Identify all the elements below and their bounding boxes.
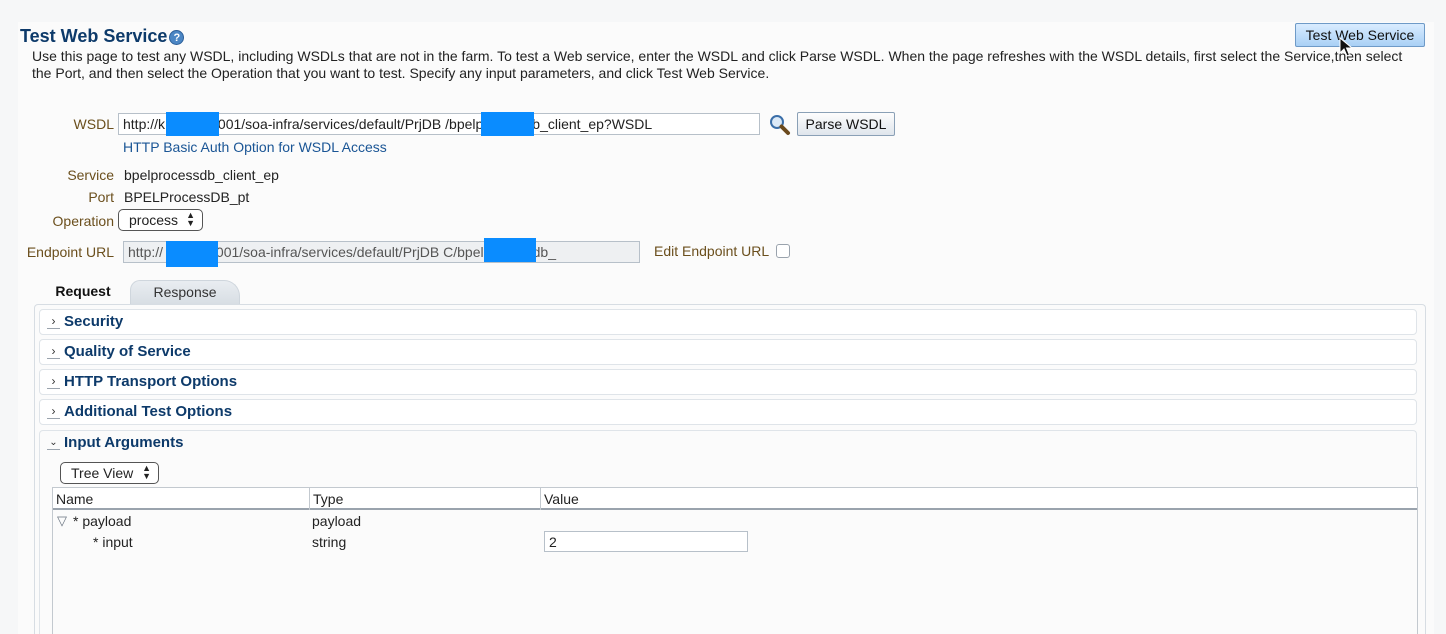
tab-request[interactable]: Request [36,280,130,304]
tree-view-select-value: Tree View [71,465,134,481]
page-title-text: Test Web Service [20,26,168,46]
chevron-right-icon: › [47,345,60,359]
section-quality-of-service[interactable]: › Quality of Service [39,339,1417,365]
search-icon[interactable] [768,114,792,136]
cell-type: string [312,534,347,550]
endpoint-url-label: Endpoint URL [26,244,114,260]
parse-wsdl-button[interactable]: Parse WSDL [797,112,895,136]
mouse-cursor-icon [1339,36,1354,60]
section-title: Security [64,313,124,330]
chevron-right-icon: › [47,405,60,419]
edit-endpoint-checkbox[interactable] [776,244,790,258]
tab-response[interactable]: Response [130,280,240,304]
cell-type: payload [312,513,362,529]
section-title: Input Arguments [64,434,184,451]
section-http-transport-options[interactable]: › HTTP Transport Options [39,369,1417,395]
column-header-value[interactable]: Value [541,488,1419,510]
section-title: Quality of Service [64,343,191,360]
redaction-block [481,112,534,136]
section-title: Additional Test Options [64,403,233,420]
redaction-block [166,241,218,267]
redaction-block [166,112,219,136]
help-icon[interactable]: ? [169,29,185,45]
select-arrows-icon: ▲ ▼ [142,463,151,481]
port-label: Port [88,189,114,205]
operation-select-value: process [129,212,179,228]
section-security[interactable]: › Security [39,309,1417,335]
cell-name: * input [93,534,133,550]
select-arrows-icon: ▲ ▼ [186,210,195,228]
cell-name: * payload [73,513,132,529]
chevron-right-icon: › [47,315,60,329]
section-additional-test-options[interactable]: › Additional Test Options [39,399,1417,425]
column-header-name[interactable]: Name [53,488,310,510]
section-title: HTTP Transport Options [64,373,238,390]
page-description: Use this page to test any WSDL, includin… [32,48,1403,81]
input-value-field[interactable]: 2 [544,531,748,552]
tree-view-select[interactable]: Tree View ▲ ▼ [60,462,159,484]
edit-endpoint-label: Edit Endpoint URL [654,243,770,259]
expand-triangle-icon[interactable]: ▽ [57,513,67,529]
redaction-block [484,238,536,262]
test-web-service-button[interactable]: Test Web Service [1295,23,1425,47]
operation-label: Operation [52,213,114,229]
chevron-right-icon: › [47,375,60,389]
column-header-type[interactable]: Type [310,488,541,510]
table-header: Name Type Value [53,488,1417,510]
operation-select[interactable]: process ▲ ▼ [118,209,203,231]
wsdl-label: WSDL [73,116,114,132]
http-auth-link[interactable]: HTTP Basic Auth Option for WSDL Access [123,139,387,155]
service-label: Service [67,167,114,183]
service-value: bpelprocessdb_client_ep [124,167,279,183]
port-value: BPELProcessDB_pt [124,189,250,205]
chevron-down-icon: ⌄ [47,436,60,450]
section-input-arguments-header[interactable]: ⌄ Input Arguments [40,431,1416,457]
page-title: Test Web Service? [20,26,185,47]
arguments-table: Name Type Value ▽ * payload payload * in… [52,487,1418,634]
